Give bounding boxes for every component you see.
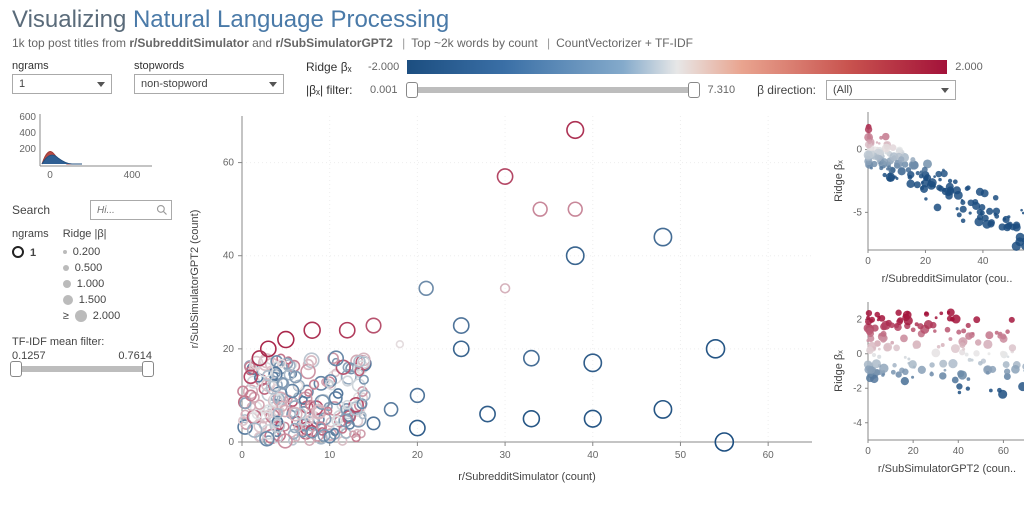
mini-xtick: 400 <box>124 170 141 181</box>
stopwords-dropdown[interactable]: non-stopword <box>134 74 284 94</box>
svg-text:Ridge βₓ: Ridge βₓ <box>833 350 845 392</box>
ngrams-value: 1 <box>19 78 25 90</box>
stopwords-value: non-stopword <box>141 78 208 90</box>
main-scatter: 0 10 20 30 40 50 60 0 20 40 60 r/SubredditSimulator… <box>182 106 822 496</box>
title-part-b: Natural Language Processing <box>133 6 449 33</box>
svg-text:20: 20 <box>223 344 235 355</box>
search-label: Search <box>12 203 50 217</box>
svg-text:60: 60 <box>223 158 235 169</box>
svg-text:20: 20 <box>908 446 920 457</box>
svg-text:40: 40 <box>953 446 965 457</box>
controls-row: ngrams 1 stopwords non-stopword Ridge βₓ… <box>12 60 1012 100</box>
search-icon <box>156 204 168 216</box>
title-part-a: Visualizing <box>12 6 126 33</box>
tfidf-slider[interactable] <box>12 366 152 372</box>
svg-text:-2: -2 <box>853 383 862 394</box>
legends: ngrams 1 Ridge |β| 0.200 0.500 1.000 1.5… <box>12 228 172 322</box>
svg-text:0: 0 <box>856 145 862 156</box>
legend-size-item: 0.200 <box>63 246 121 258</box>
ridge-min: -2.000 <box>368 61 399 73</box>
mini-histogram: 600 400 200 0 400 <box>12 106 162 192</box>
slider-thumb-right[interactable] <box>142 361 154 377</box>
page-title: Visualizing Natural Language Processing <box>12 6 1012 34</box>
svg-text:r/SubSimulatorGPT2 (count): r/SubSimulatorGPT2 (count) <box>189 210 201 349</box>
svg-text:10: 10 <box>324 450 336 461</box>
svg-text:0: 0 <box>228 437 234 448</box>
svg-text:0: 0 <box>856 349 862 360</box>
abs-beta-label: |βₓ| filter: <box>306 83 360 97</box>
search-box <box>90 200 172 220</box>
color-gradient <box>407 60 947 74</box>
svg-text:Ridge βₓ: Ridge βₓ <box>833 160 845 202</box>
left-panel: 600 400 200 0 400 Search ngrams 1 <box>12 106 172 496</box>
svg-text:50: 50 <box>675 450 687 461</box>
legend-size-val: 0.500 <box>75 262 103 274</box>
svg-text:r/SubredditSimulator (count): r/SubredditSimulator (count) <box>458 471 596 483</box>
ngrams-dropdown[interactable]: 1 <box>12 74 112 94</box>
legend-size-item: ≥2.000 <box>63 310 121 322</box>
legend-ridge-hdr: Ridge |β| <box>63 228 121 240</box>
legend-size-val: 2.000 <box>93 310 121 322</box>
legend-ge: ≥ <box>63 310 69 322</box>
legend-size-item: 0.500 <box>63 262 121 274</box>
stopwords-label: stopwords <box>134 60 284 72</box>
subtitle-method: CountVectorizer + TF-IDF <box>556 36 693 50</box>
legend-ngrams-hdr: ngrams <box>12 228 49 240</box>
svg-text:r/SubredditSimulator (cou..: r/SubredditSimulator (cou.. <box>882 273 1013 285</box>
abs-beta-max: 7.310 <box>708 84 736 96</box>
beta-dir-value: (All) <box>833 84 853 96</box>
subtitle-and: and <box>249 36 276 50</box>
mini-ytick: 400 <box>19 128 36 139</box>
subtitle: 1k top post titles from r/SubredditSimul… <box>12 36 1012 50</box>
legend-ngrams-val: 1 <box>30 247 36 259</box>
tfidf-label: TF-IDF mean filter: <box>12 336 172 348</box>
subtitle-prefix: 1k top post titles from <box>12 36 129 50</box>
legend-size-item: 1.500 <box>63 294 121 306</box>
legend-size-val: 1.500 <box>79 294 107 306</box>
right-panel: 020400-5r/SubredditSimulator (cou..Ridge… <box>832 106 1024 496</box>
svg-text:0: 0 <box>239 450 245 461</box>
mini-xtick: 0 <box>47 170 53 181</box>
legend-ngrams-item: 1 <box>12 246 49 259</box>
legend-size-val: 1.000 <box>77 278 105 290</box>
slider-thumb-left[interactable] <box>10 361 22 377</box>
abs-beta-slider[interactable] <box>408 87 698 93</box>
svg-text:r/SubSimulatorGPT2 (coun..: r/SubSimulatorGPT2 (coun.. <box>878 463 1016 475</box>
svg-text:20: 20 <box>920 256 932 267</box>
ngrams-label: ngrams <box>12 60 112 72</box>
ridge-beta-block: Ridge βₓ -2.000 2.000 |βₓ| filter: 0.001… <box>306 60 983 100</box>
ngrams-control: ngrams 1 <box>12 60 112 94</box>
subreddit-b: r/SubSimulatorGPT2 <box>275 36 392 50</box>
abs-beta-min: 0.001 <box>370 84 398 96</box>
svg-text:30: 30 <box>500 450 512 461</box>
svg-text:2: 2 <box>856 314 862 325</box>
beta-dir-label: β direction: <box>757 83 816 97</box>
svg-text:60: 60 <box>998 446 1010 457</box>
svg-text:-4: -4 <box>853 418 862 429</box>
stopwords-control: stopwords non-stopword <box>134 60 284 94</box>
legend-size-item: 1.000 <box>63 278 121 290</box>
mini-ytick: 200 <box>19 144 36 155</box>
beta-dir-dropdown[interactable]: (All) <box>826 80 956 100</box>
svg-text:40: 40 <box>223 251 235 262</box>
svg-text:40: 40 <box>977 256 989 267</box>
subtitle-words: Top ~2k words by count <box>411 36 537 50</box>
slider-thumb-left[interactable] <box>406 82 418 98</box>
subreddit-a: r/SubredditSimulator <box>129 36 248 50</box>
ridge-beta-label: Ridge βₓ <box>306 60 360 74</box>
right-scatter-2: 020406020-2-4r/SubSimulatorGPT2 (coun..R… <box>832 296 1024 476</box>
svg-text:0: 0 <box>865 256 871 267</box>
ridge-max: 2.000 <box>955 61 983 73</box>
svg-text:0: 0 <box>865 446 871 457</box>
right-scatter-1: 0 20 40 0 -5 r/SubredditSimulator (cou.. Ridge… <box>832 106 1024 286</box>
svg-text:40: 40 <box>587 450 599 461</box>
legend-size-val: 0.200 <box>73 246 101 258</box>
slider-thumb-right[interactable] <box>688 82 700 98</box>
svg-text:-5: -5 <box>853 207 862 218</box>
svg-text:20: 20 <box>412 450 424 461</box>
svg-text:60: 60 <box>763 450 775 461</box>
mini-ytick: 600 <box>19 112 36 123</box>
